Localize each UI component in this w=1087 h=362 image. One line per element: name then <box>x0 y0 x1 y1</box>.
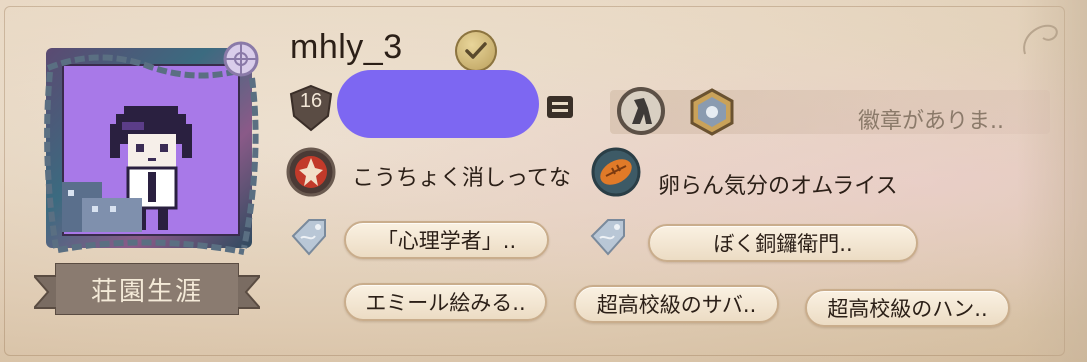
tag-pill-1[interactable]: 「心理学者」.. <box>344 221 549 259</box>
career-title-text: 荘園生涯 <box>90 276 203 307</box>
tag-pill-2[interactable]: ぼく銅鑼衛門.. <box>648 224 918 262</box>
role-name-1: こうちょく消しってな <box>352 166 571 191</box>
checkmark-icon <box>465 42 487 59</box>
tag-pill-3[interactable]: エミール絵みる.. <box>344 283 547 321</box>
hexagon-emblem-badge-icon[interactable] <box>688 88 736 136</box>
orange-rugby-ball-icon <box>591 147 641 197</box>
swirl-ornament-icon <box>1023 24 1058 55</box>
red-emblem-icon <box>286 147 336 197</box>
role-name-2: 卵らん気分のオムライス <box>658 174 898 199</box>
hunter-silhouette-badge-icon[interactable] <box>616 86 666 136</box>
profile-card: 荘園生涯 mhly_3 16 徽章がありま.. こうちょく消しってな 卵らん気分 <box>0 0 1087 362</box>
redacted-id-block <box>337 70 539 138</box>
verified-badge[interactable] <box>455 30 497 72</box>
career-title-banner[interactable]: 荘園生涯 <box>31 258 263 320</box>
tag-pill-5[interactable]: 超高校級のハン.. <box>805 289 1010 327</box>
tag-label-icon <box>291 219 326 256</box>
username: mhly_3 <box>290 28 403 66</box>
no-badge-text: 徽章がありま.. <box>858 109 1004 134</box>
level-number: 16 <box>299 90 323 112</box>
tag-label-icon <box>590 219 625 256</box>
menu-icon[interactable] <box>547 96 573 118</box>
tag-pill-4[interactable]: 超高校級のサバ.. <box>574 285 779 323</box>
avatar[interactable] <box>38 38 266 266</box>
crosshair-icon <box>223 41 259 77</box>
